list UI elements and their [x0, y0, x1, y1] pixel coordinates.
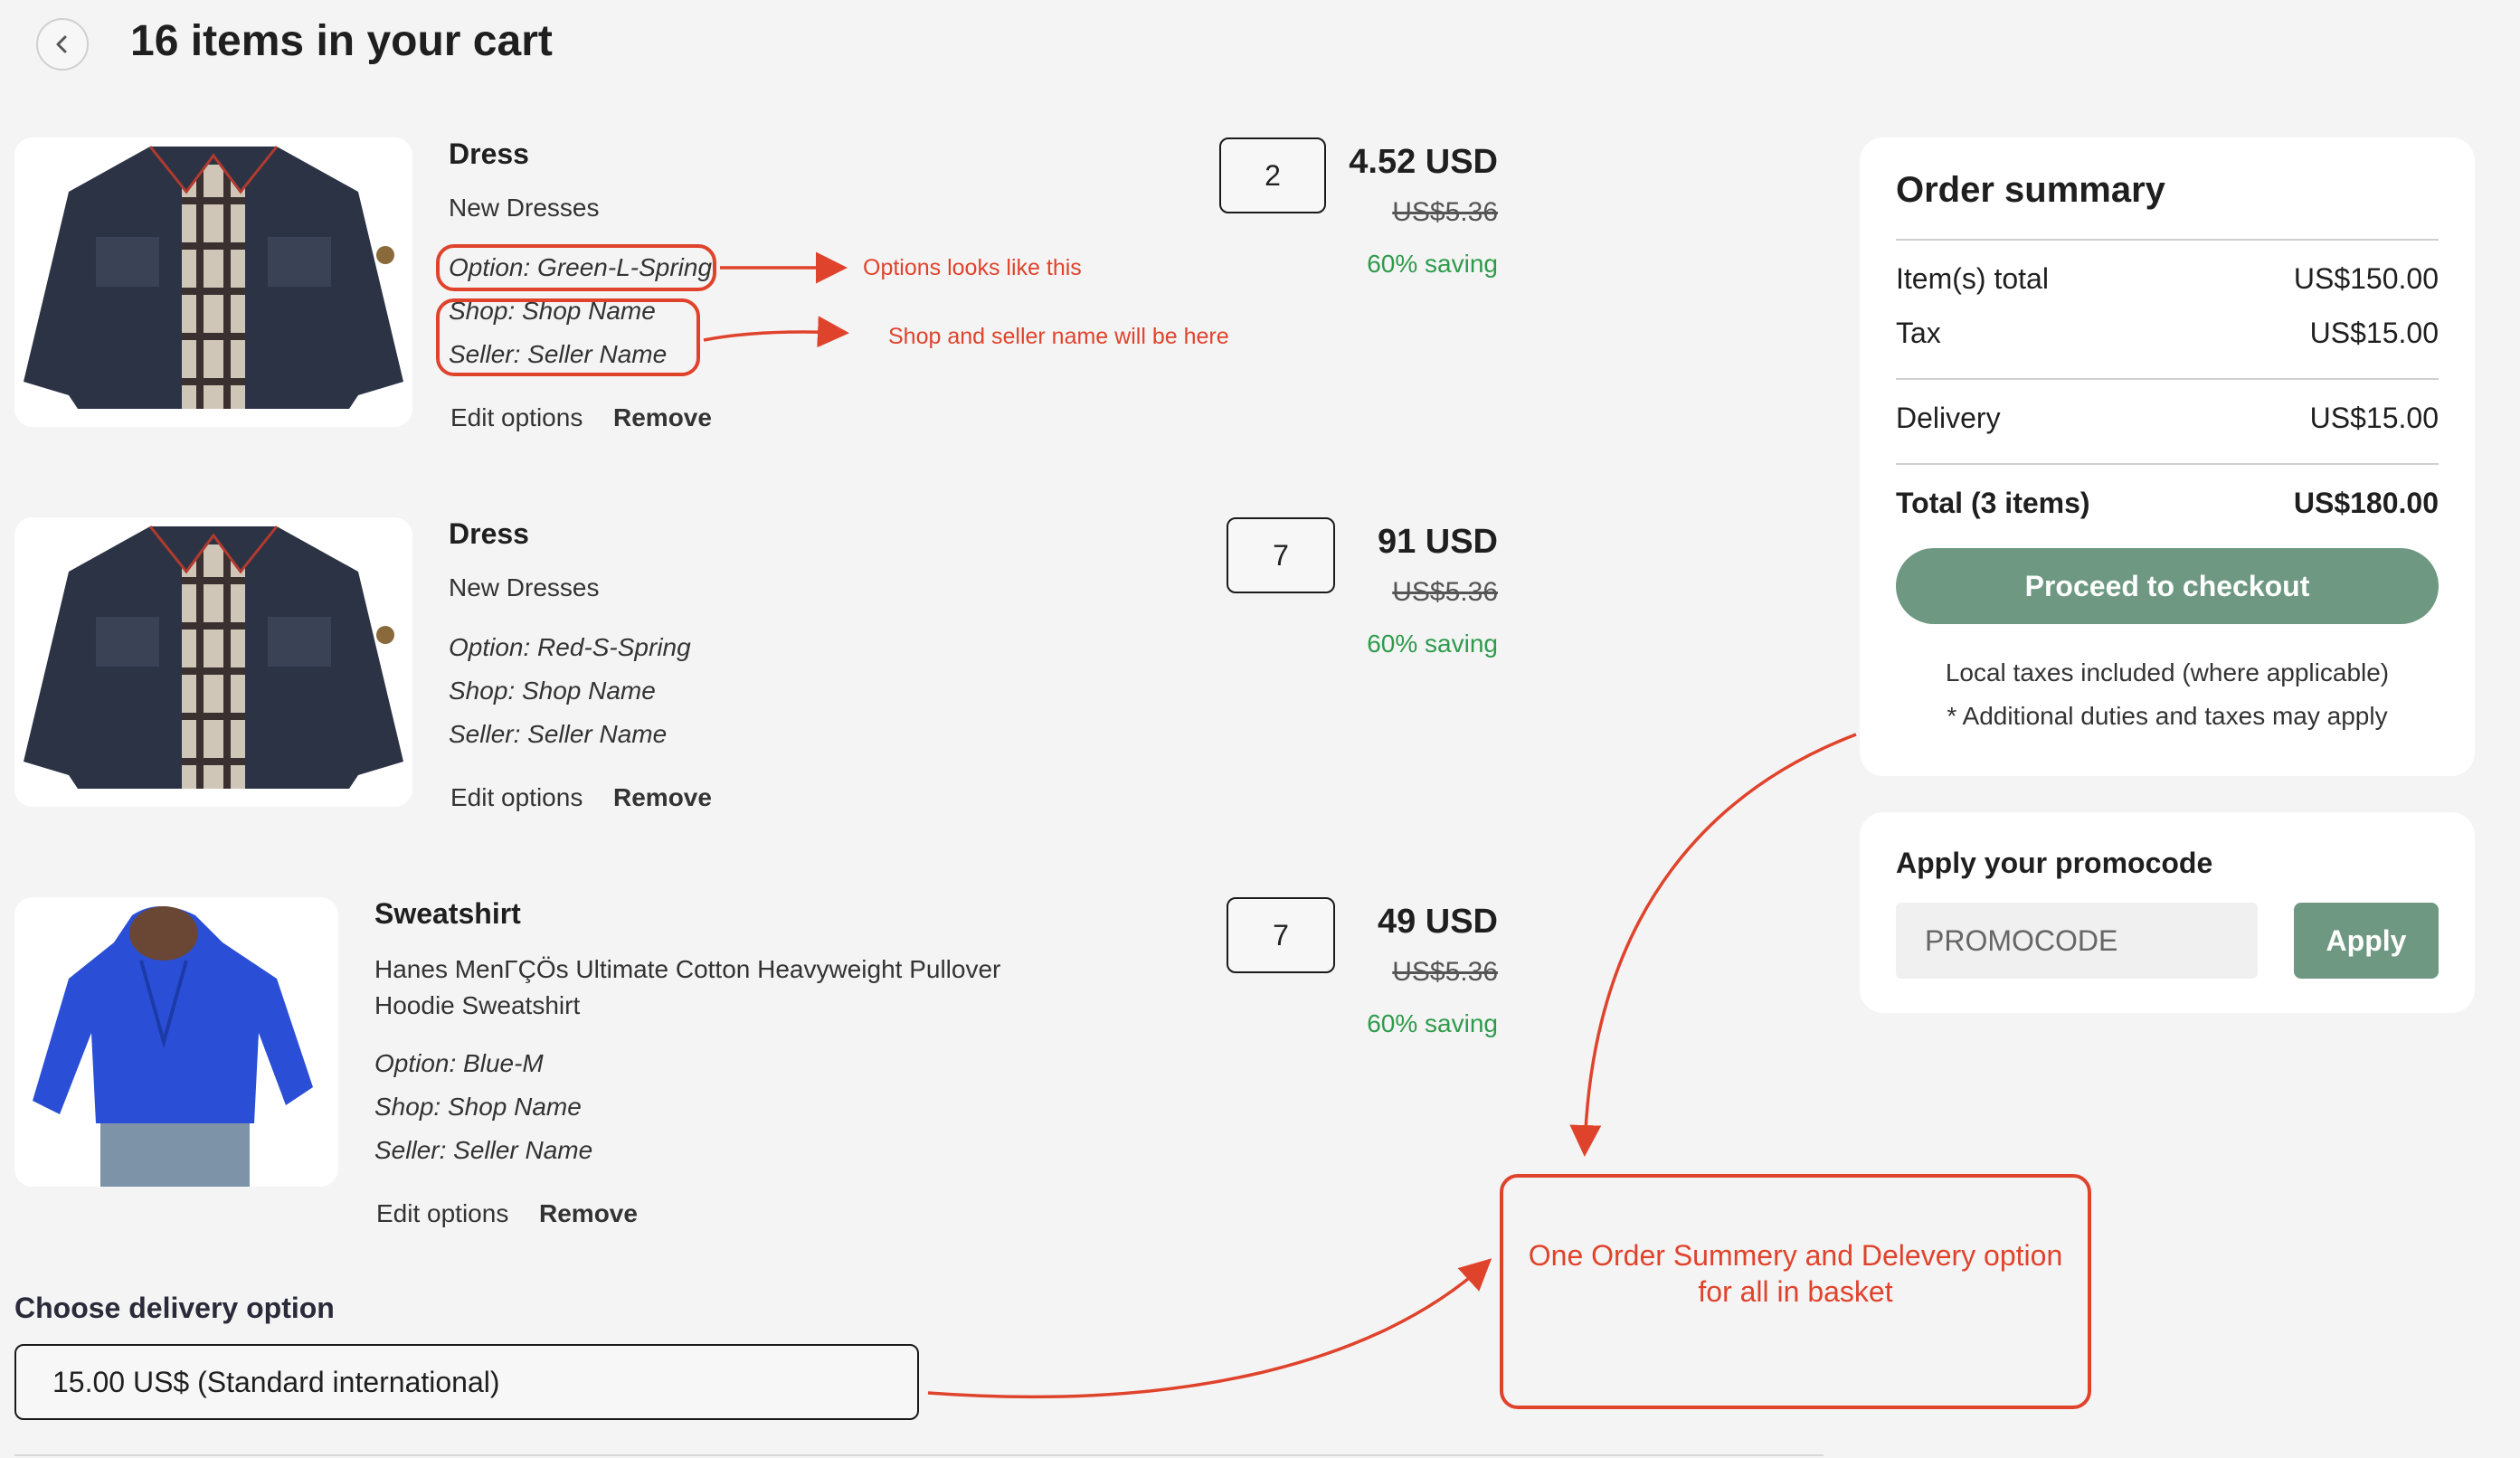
total-label: Total (3 items) — [1896, 487, 2090, 519]
tax-note: Local taxes included (where applicable) — [1945, 658, 2390, 686]
items-total-value: US$150.00 — [2293, 262, 2439, 295]
annotation-summary-line2: for all in basket — [1698, 1275, 1893, 1308]
item-saving: 60% saving — [1367, 1009, 1498, 1037]
order-summary-title: Order summary — [1896, 170, 2165, 210]
item-saving: 60% saving — [1367, 630, 1498, 658]
divider — [14, 1454, 1824, 1456]
item-seller: Seller: Seller Name — [374, 1136, 593, 1164]
remove-link[interactable]: Remove — [539, 1199, 638, 1228]
item-option: Option: Red-S-Spring — [449, 633, 691, 661]
tax-label: Tax — [1896, 317, 1941, 349]
promocode-card: Apply your promocode PROMOCODE Apply — [1860, 812, 2475, 1013]
item-shop: Shop: Shop Name — [374, 1093, 582, 1121]
edit-options-link[interactable]: Edit options — [376, 1199, 508, 1228]
order-summary-card: Order summary Item(s) total US$150.00 Ta… — [1860, 137, 2475, 776]
item-option: Option: Blue-M — [374, 1049, 544, 1077]
divider — [1896, 378, 2439, 380]
item-subtitle: New Dresses — [449, 573, 600, 601]
item-price: 91 USD — [1377, 523, 1498, 561]
item-seller: Seller: Seller Name — [449, 720, 668, 748]
item-price: 49 USD — [1377, 903, 1498, 941]
delivery-summary-label: Delivery — [1896, 402, 2001, 434]
promocode-title: Apply your promocode — [1896, 847, 2213, 879]
item-shop: Shop: Shop Name — [449, 677, 656, 705]
item-description: Hanes MenΓÇÖs Ultimate Cotton Heavyweigh… — [374, 955, 1001, 983]
item-title: Dress — [449, 517, 529, 550]
total-value: US$180.00 — [2293, 487, 2439, 519]
delivery-label: Choose delivery option — [14, 1292, 335, 1324]
duties-note: * Additional duties and taxes may apply — [1947, 702, 2388, 730]
item-description: Hoodie Sweatshirt — [374, 991, 581, 1019]
annotation-options-note: Options looks like this — [863, 255, 1082, 280]
items-total-label: Item(s) total — [1896, 262, 2049, 295]
promocode-input[interactable]: PROMOCODE — [1896, 903, 2258, 979]
annotation-summary-note: One Order Summery and Delevery option fo… — [1503, 1237, 2088, 1310]
annotation-summary-line1: One Order Summery and Delevery option — [1528, 1239, 2063, 1272]
proceed-to-checkout-button[interactable]: Proceed to checkout — [1896, 548, 2439, 624]
delivery-summary-value: US$15.00 — [2309, 402, 2439, 434]
annotation-shop-note: Shop and seller name will be here — [888, 324, 1229, 349]
edit-options-link[interactable]: Edit options — [450, 783, 583, 812]
product-image-hoodie[interactable] — [14, 897, 338, 1187]
item-old-price: US$5.36 — [1392, 957, 1498, 987]
apply-promocode-button[interactable]: Apply — [2294, 903, 2439, 979]
divider — [1896, 239, 2439, 241]
item-title: Sweatshirt — [374, 897, 521, 930]
item-old-price: US$5.36 — [1392, 577, 1498, 607]
delivery-select[interactable]: 15.00 US$ (Standard international) — [14, 1344, 919, 1420]
product-image-jacket[interactable] — [14, 517, 412, 807]
annotation-summary-box: One Order Summery and Delevery option fo… — [1500, 1174, 2091, 1409]
divider — [1896, 463, 2439, 465]
tax-value: US$15.00 — [2309, 317, 2439, 349]
remove-link[interactable]: Remove — [613, 783, 712, 812]
